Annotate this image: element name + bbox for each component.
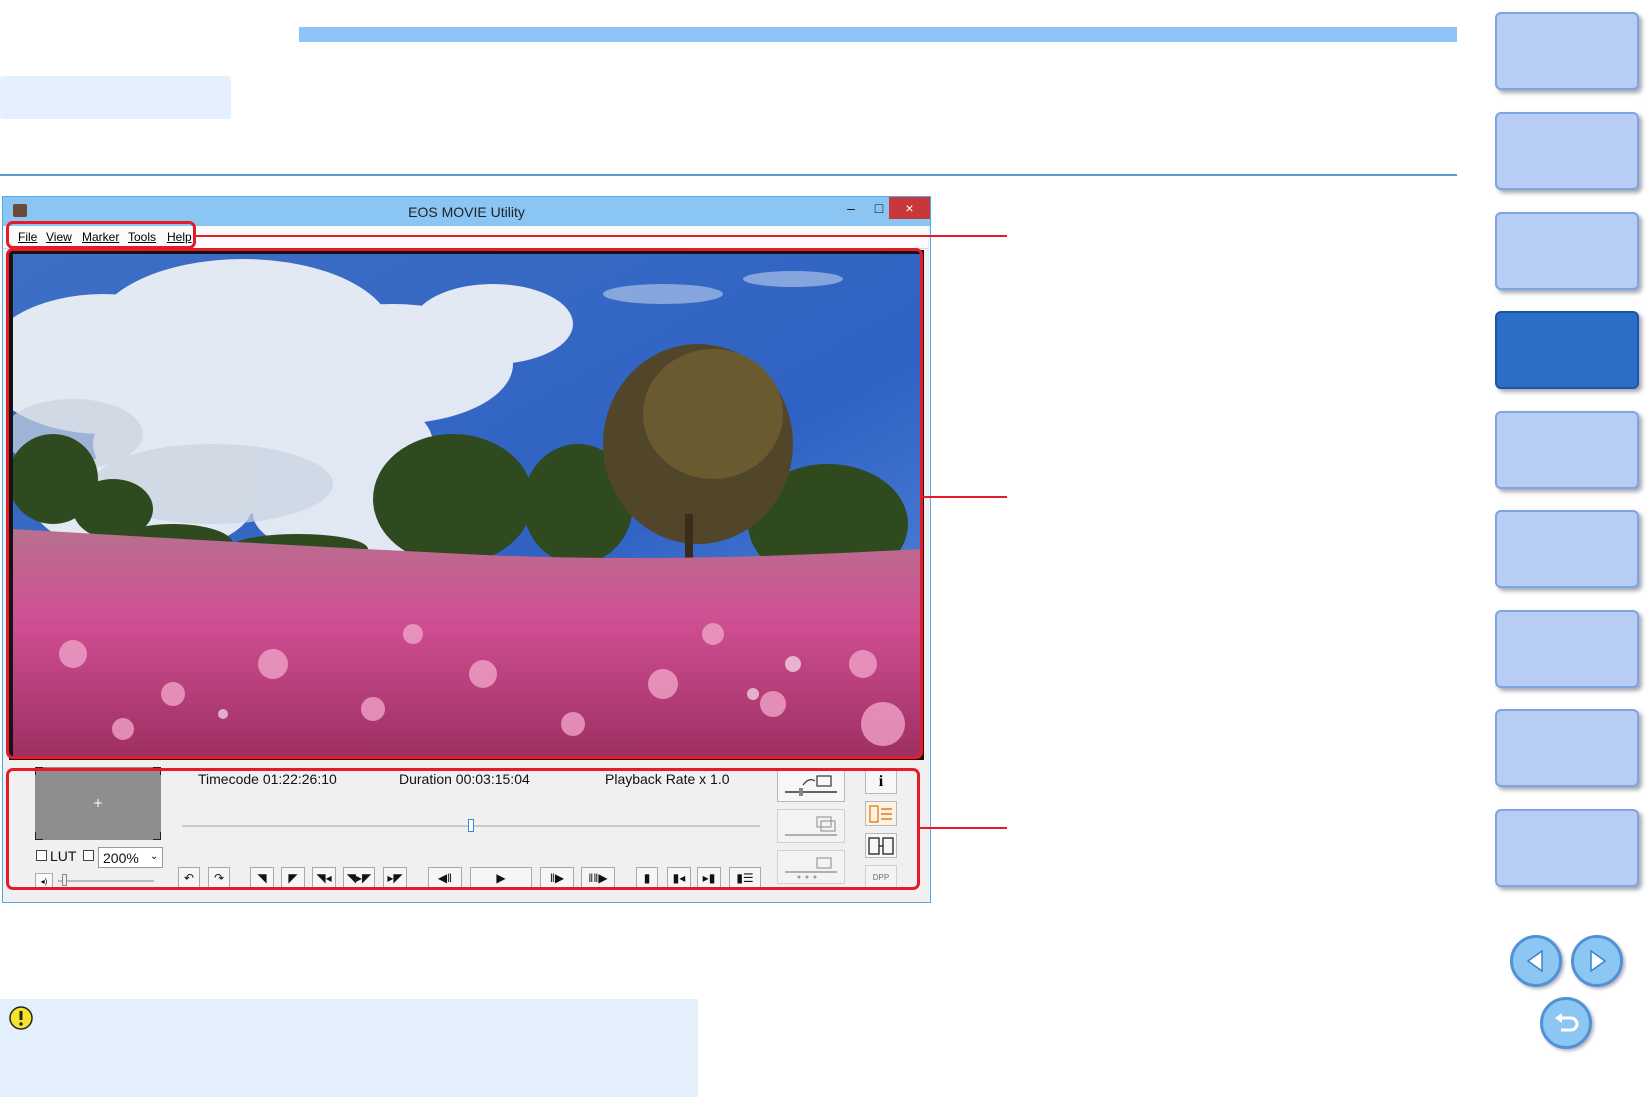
caution-note — [0, 999, 698, 1097]
menu-highlight — [6, 221, 196, 249]
arrow-left-icon — [1526, 949, 1543, 973]
nav-tab-5[interactable] — [1495, 411, 1639, 489]
nav-tab-8[interactable] — [1495, 709, 1639, 787]
prev-page-button[interactable] — [1510, 935, 1562, 987]
next-page-button[interactable] — [1571, 935, 1623, 987]
arrow-right-icon — [1590, 949, 1607, 973]
header-rule — [0, 174, 1457, 176]
controls-callout-line — [920, 827, 1007, 829]
minimize-button[interactable]: – — [837, 197, 865, 219]
return-icon — [1555, 1013, 1579, 1032]
return-button[interactable] — [1540, 997, 1592, 1049]
video-highlight — [6, 248, 923, 759]
nav-tab-9[interactable] — [1495, 809, 1639, 887]
close-button[interactable]: × — [889, 197, 930, 219]
section-chip — [0, 76, 231, 119]
nav-tab-4[interactable] — [1495, 311, 1639, 389]
window-title: EOS MOVIE Utility — [408, 204, 525, 220]
nav-tab-7[interactable] — [1495, 610, 1639, 688]
menu-callout-line — [196, 235, 1007, 237]
nav-tab-3[interactable] — [1495, 212, 1639, 290]
nav-tab-1[interactable] — [1495, 12, 1639, 90]
header-band — [299, 27, 1457, 42]
nav-tab-2[interactable] — [1495, 112, 1639, 190]
controls-highlight — [6, 768, 920, 890]
warning-icon — [9, 1006, 33, 1030]
video-callout-line — [923, 496, 1007, 498]
nav-tab-6[interactable] — [1495, 510, 1639, 588]
